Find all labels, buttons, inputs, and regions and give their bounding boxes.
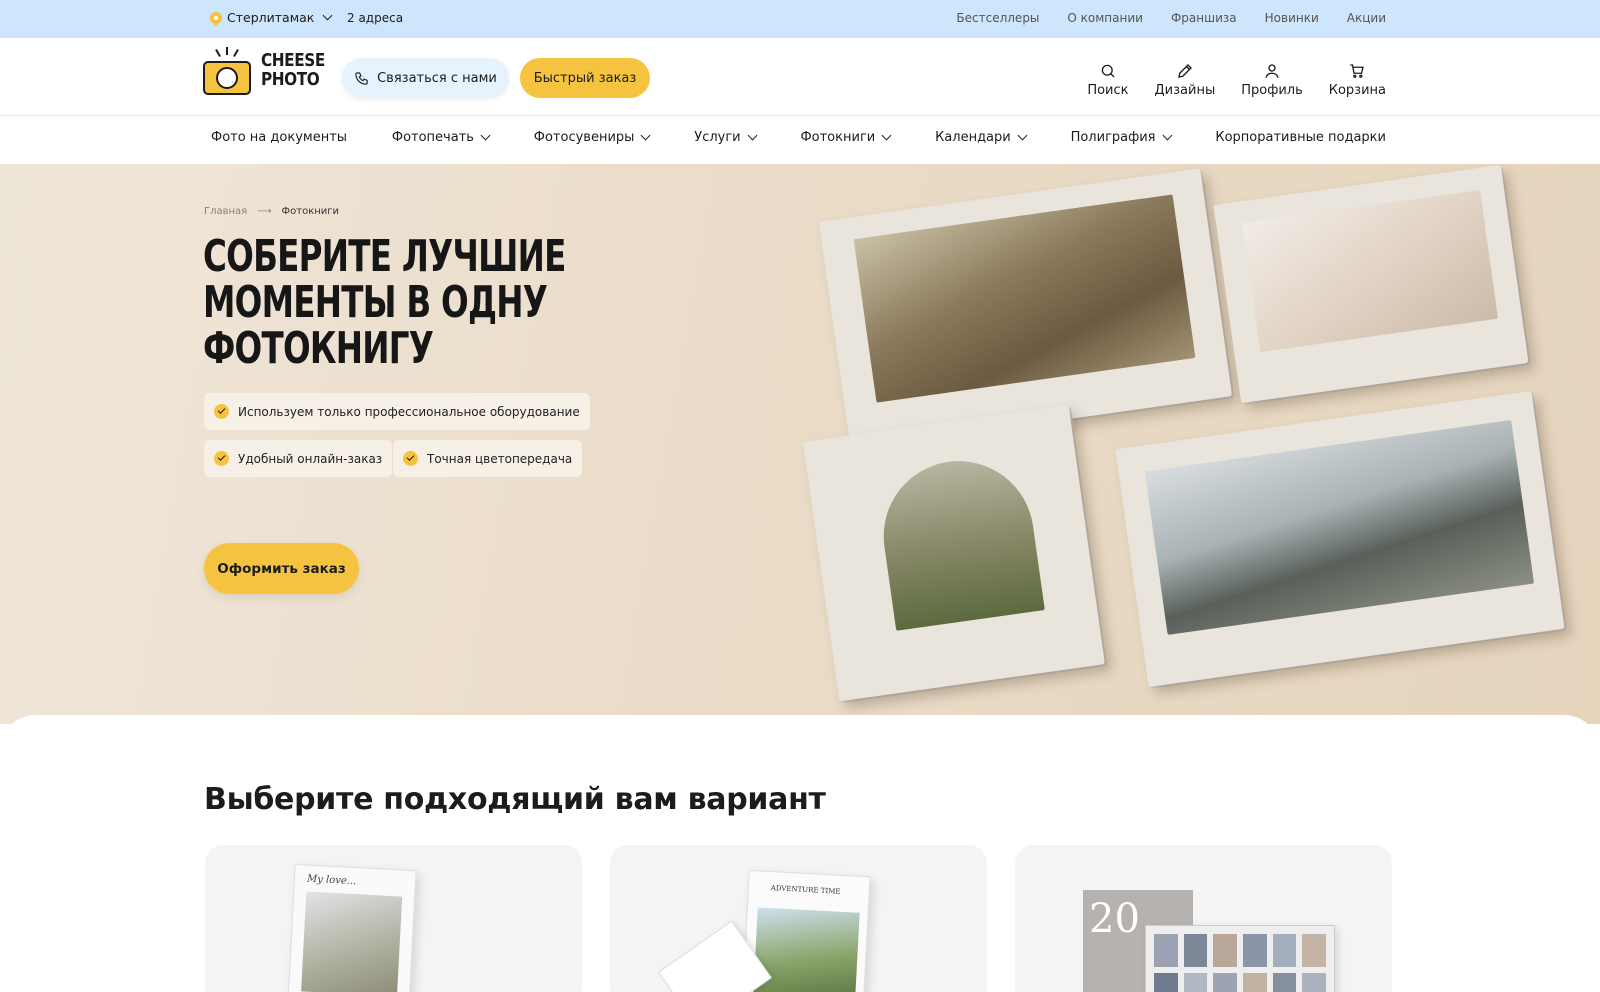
top-link-franchise[interactable]: Франшиза bbox=[1171, 11, 1237, 25]
contact-label: Связаться с нами bbox=[377, 70, 497, 86]
search-icon bbox=[1101, 64, 1115, 78]
nav-item-printing[interactable]: Полиграфия bbox=[1071, 130, 1172, 145]
header: CHEESE PHOTO Связаться с нами Быстрый за… bbox=[0, 38, 1600, 116]
arrow-right-icon: ⟶ bbox=[257, 206, 272, 217]
location-pin-icon bbox=[207, 9, 225, 26]
city-selector[interactable]: Стерлитамак bbox=[207, 9, 333, 26]
breadcrumb-home[interactable]: Главная bbox=[204, 206, 247, 217]
place-order-button[interactable]: Оформить заказ bbox=[204, 543, 359, 594]
chevron-down-icon bbox=[480, 130, 491, 141]
chevron-down-icon bbox=[1017, 130, 1028, 141]
chevron-down-icon bbox=[1162, 130, 1172, 141]
main-nav: Фото на документы Фотопечать Фотосувенир… bbox=[0, 116, 1600, 164]
card-photo-caption: ADVENTURE TIME bbox=[770, 884, 841, 896]
nav-item-souvenirs[interactable]: Фотосувениры bbox=[534, 130, 651, 145]
card-photo-caption: My love... bbox=[306, 873, 357, 888]
nav-item-documents[interactable]: Фото на документы bbox=[211, 130, 347, 145]
photobook-girl-image bbox=[803, 404, 1105, 702]
header-actions: Поиск Дизайны Профиль Корзина bbox=[1087, 62, 1386, 98]
top-link-promos[interactable]: Акции bbox=[1347, 11, 1386, 25]
option-card[interactable]: ADVENTURE TIME bbox=[610, 845, 987, 992]
chevron-down-icon bbox=[881, 130, 892, 141]
nav-item-calendars[interactable]: Календари bbox=[935, 130, 1028, 145]
options-section: Выберите подходящий вам вариант My love.… bbox=[0, 715, 1600, 992]
top-bar: Стерлитамак 2 адреса Бестселлеры О компа… bbox=[0, 0, 1600, 38]
designs-button[interactable]: Дизайны bbox=[1154, 62, 1216, 98]
addresses-link[interactable]: 2 адреса bbox=[347, 11, 403, 25]
designs-label: Дизайны bbox=[1154, 83, 1216, 98]
logo[interactable]: CHEESE PHOTO bbox=[203, 47, 336, 95]
top-link-bestsellers[interactable]: Бестселлеры bbox=[956, 11, 1039, 25]
city-label: Стерлитамак bbox=[227, 10, 315, 25]
nav-item-corporate[interactable]: Корпоративные подарки bbox=[1215, 130, 1386, 145]
option-card[interactable]: 20 bbox=[1015, 845, 1392, 992]
check-icon bbox=[403, 451, 418, 466]
breadcrumb-current: Фотокниги bbox=[281, 206, 340, 217]
logo-text: CHEESE PHOTO bbox=[261, 50, 325, 90]
check-icon bbox=[214, 451, 229, 466]
feature-badge: Используем только профессиональное обору… bbox=[204, 393, 590, 430]
pencil-icon bbox=[1177, 64, 1192, 78]
top-links: Бестселлеры О компании Франшиза Новинки … bbox=[956, 11, 1386, 25]
top-link-new[interactable]: Новинки bbox=[1265, 11, 1319, 25]
check-icon bbox=[214, 404, 229, 419]
cart-icon bbox=[1350, 64, 1365, 78]
section-title: Выберите подходящий вам вариант bbox=[204, 782, 826, 817]
photobook-wedding-image bbox=[1115, 390, 1565, 688]
phone-icon bbox=[355, 71, 368, 85]
search-label: Поиск bbox=[1087, 83, 1129, 98]
nav-item-services[interactable]: Услуги bbox=[694, 130, 758, 145]
cart-label: Корзина bbox=[1328, 83, 1386, 98]
card-photo-caption: 20 bbox=[1089, 896, 1140, 942]
search-button[interactable]: Поиск bbox=[1087, 62, 1129, 98]
cart-button[interactable]: Корзина bbox=[1329, 62, 1386, 98]
profile-label: Профиль bbox=[1241, 83, 1303, 98]
option-card[interactable]: My love... bbox=[205, 845, 582, 992]
user-icon bbox=[1265, 64, 1279, 78]
photobook-baby-image bbox=[1213, 164, 1529, 404]
hero-banner: Главная ⟶ Фотокниги СОБЕРИТЕ ЛУЧШИЕ МОМЕ… bbox=[0, 164, 1600, 724]
chevron-down-icon bbox=[640, 130, 651, 141]
chevron-down-icon bbox=[322, 10, 333, 21]
profile-button[interactable]: Профиль bbox=[1241, 62, 1303, 98]
contact-button[interactable]: Связаться с нами bbox=[342, 58, 509, 98]
feature-badge: Точная цветопередача bbox=[393, 440, 583, 477]
hero-title: СОБЕРИТЕ ЛУЧШИЕ МОМЕНТЫ В ОДНУ ФОТОКНИГУ bbox=[203, 231, 566, 374]
top-link-about[interactable]: О компании bbox=[1067, 11, 1143, 25]
photobook-love-image: My love... bbox=[287, 863, 417, 992]
nav-item-photobooks[interactable]: Фотокниги bbox=[800, 130, 892, 145]
photobook-family-image bbox=[818, 168, 1233, 450]
breadcrumb: Главная ⟶ Фотокниги bbox=[204, 206, 339, 217]
camera-logo-icon bbox=[203, 47, 251, 95]
feature-badge: Удобный онлайн-заказ bbox=[204, 440, 393, 477]
quick-order-button[interactable]: Быстрый заказ bbox=[520, 58, 650, 98]
nav-item-photoprint[interactable]: Фотопечать bbox=[392, 130, 491, 145]
chevron-down-icon bbox=[747, 130, 758, 141]
